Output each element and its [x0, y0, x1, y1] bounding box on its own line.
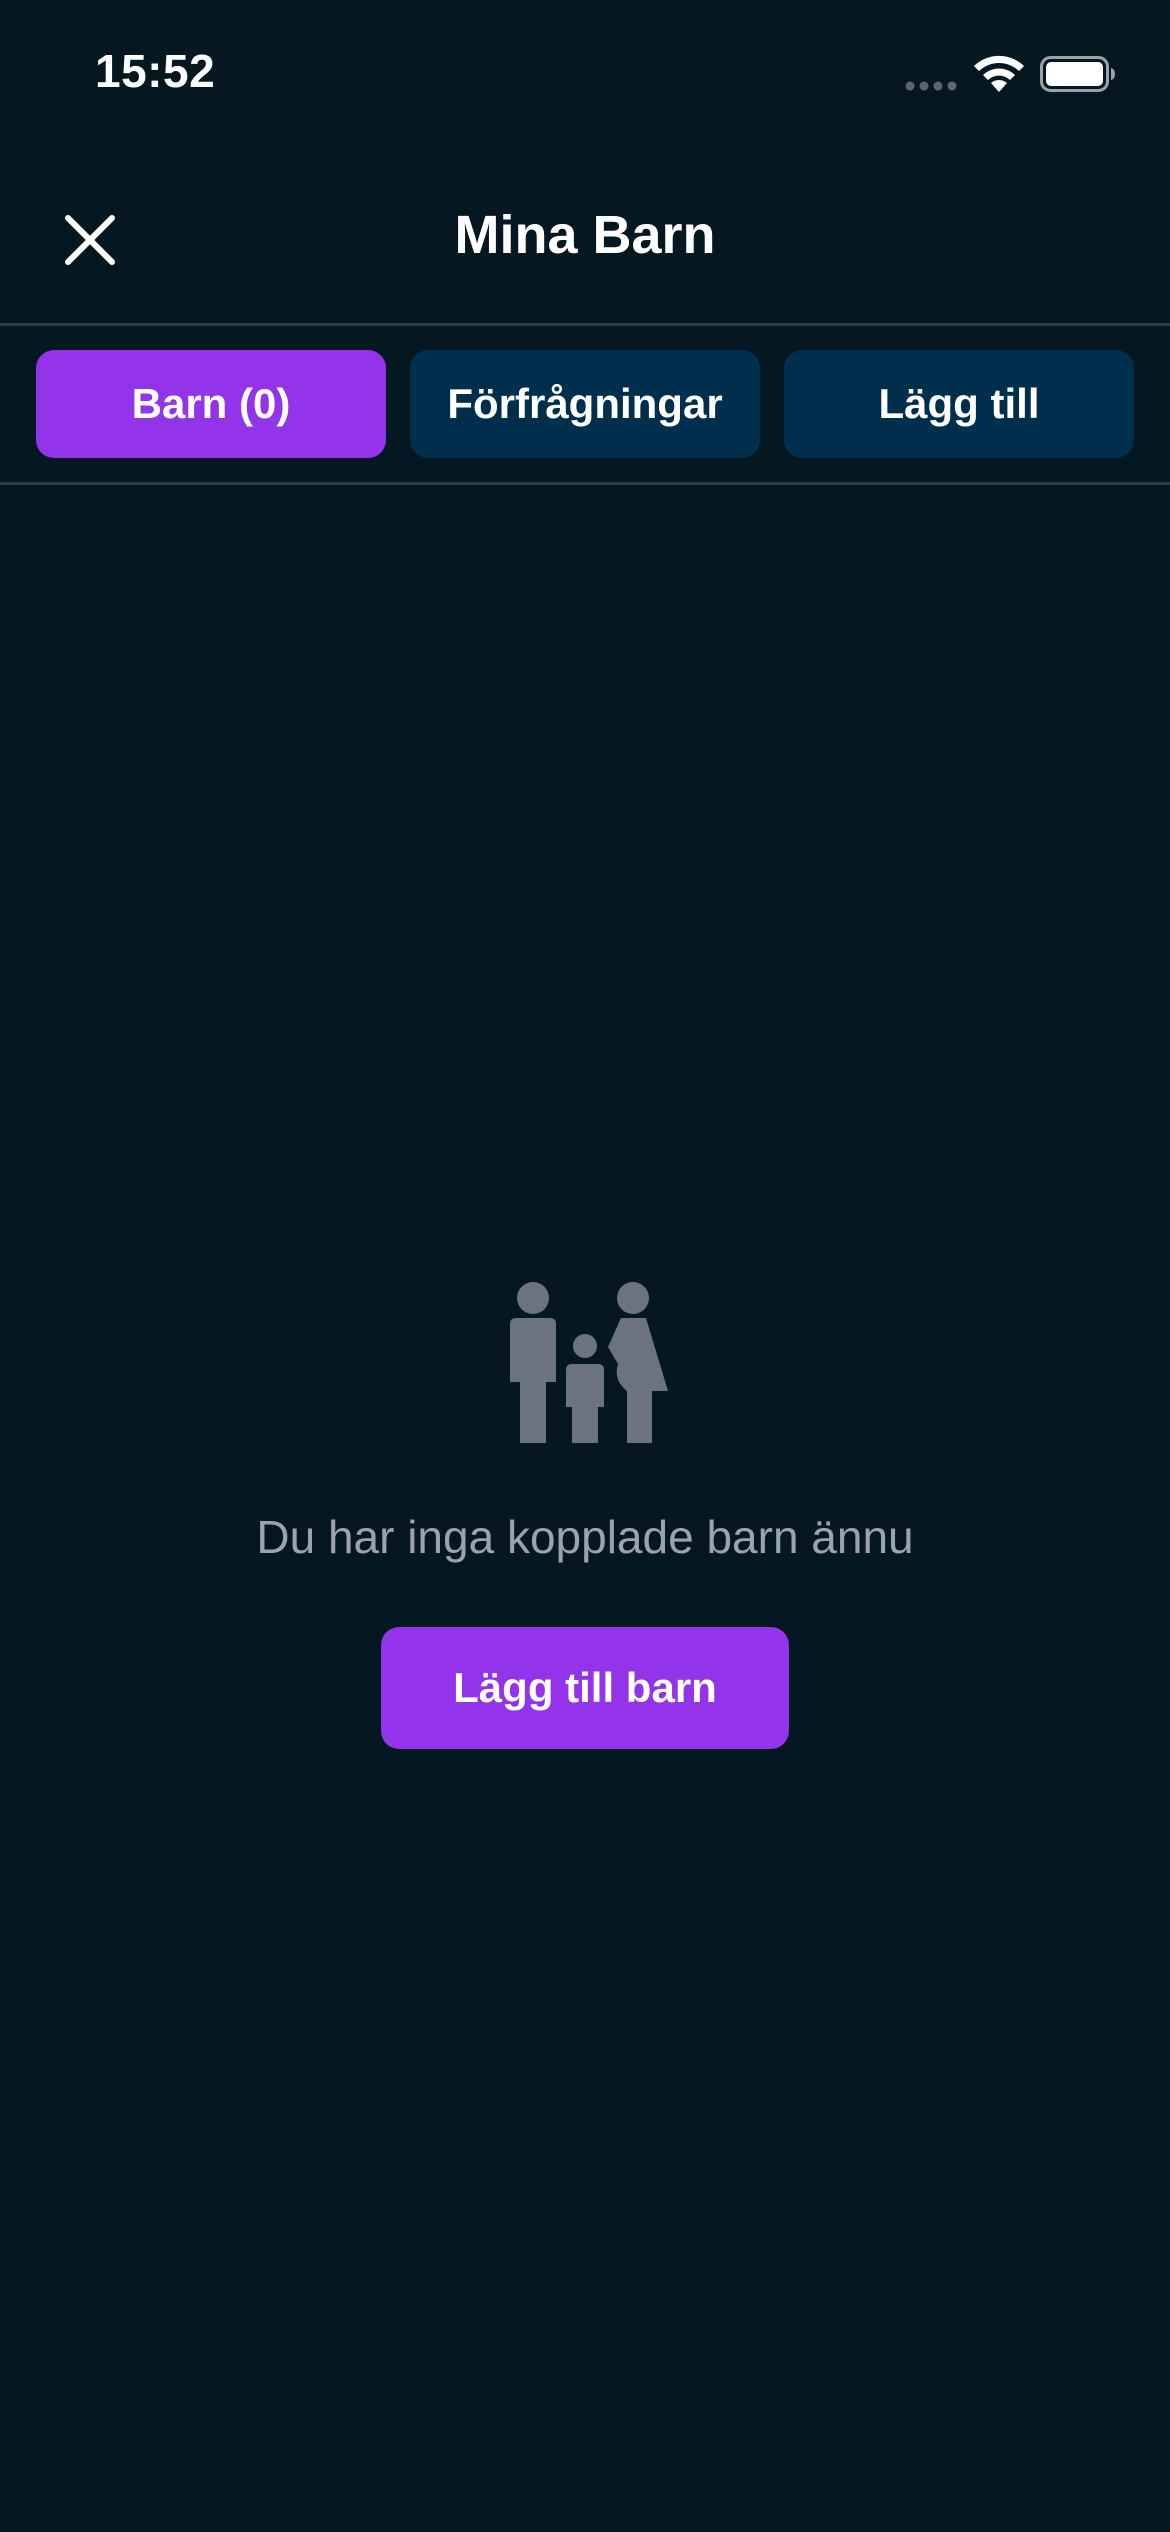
tabs-divider — [0, 482, 1170, 485]
tab-requests-label: Förfrågningar — [447, 380, 723, 427]
tab-children-label: Barn (0) — [131, 380, 291, 427]
add-child-button-label: Lägg till barn — [453, 1664, 717, 1711]
tab-add[interactable]: Lägg till — [784, 350, 1134, 458]
cellular-signal-icon — [905, 81, 957, 91]
battery-icon — [1040, 56, 1115, 92]
header: Mina Barn — [0, 160, 1170, 324]
tab-add-label: Lägg till — [878, 380, 1040, 427]
add-child-button[interactable]: Lägg till barn — [381, 1627, 789, 1749]
empty-state-message: Du har inga kopplade barn ännu — [256, 1511, 914, 1563]
tab-children[interactable]: Barn (0) — [36, 350, 386, 458]
close-button[interactable] — [50, 200, 130, 280]
page-title: Mina Barn — [454, 205, 716, 265]
status-time: 15:52 — [95, 45, 216, 97]
close-icon — [65, 215, 115, 265]
status-bar: 15:52 — [0, 0, 1170, 140]
tab-requests[interactable]: Förfrågningar — [410, 350, 760, 458]
wifi-icon — [974, 55, 1024, 92]
family-icon — [510, 1282, 668, 1443]
header-divider — [0, 323, 1170, 326]
tab-bar: Barn (0) Förfrågningar Lägg till — [36, 350, 1134, 458]
